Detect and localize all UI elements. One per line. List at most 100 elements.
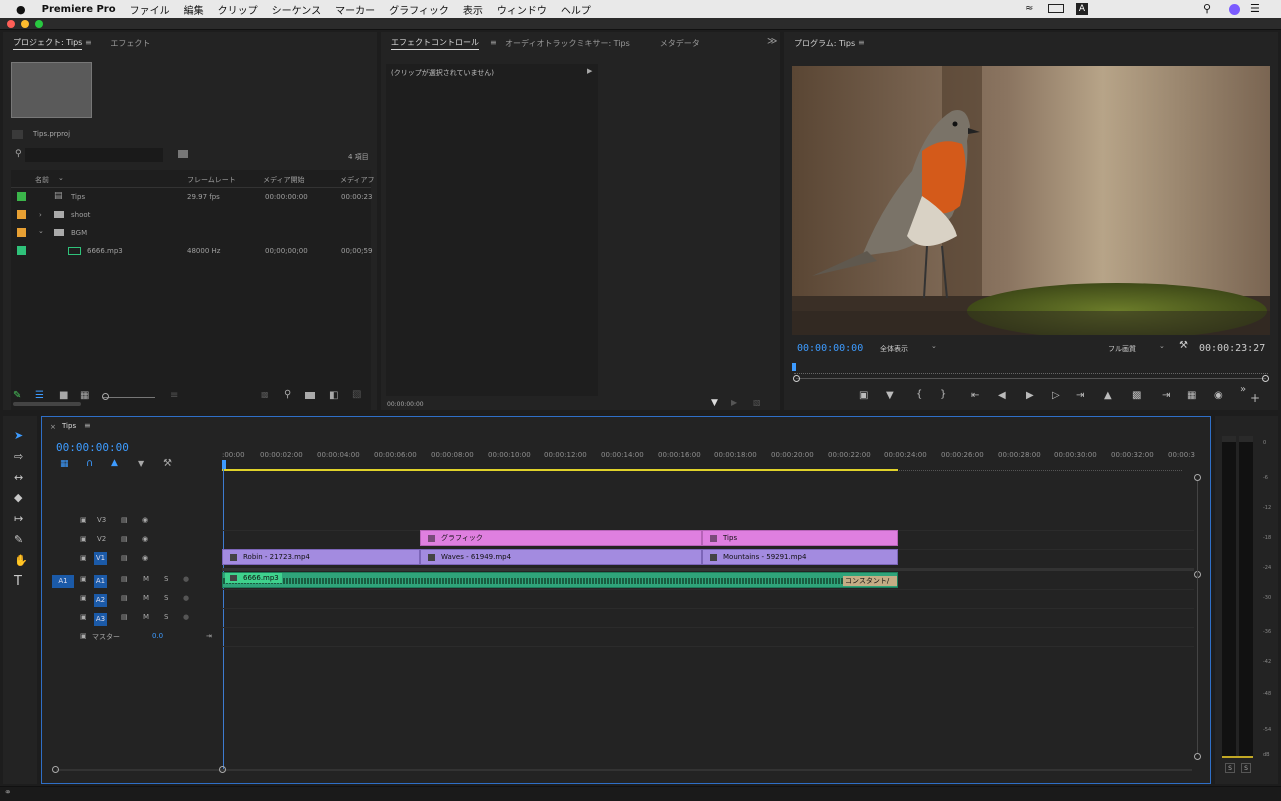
zoom-select[interactable]: 全体表示 [880,344,908,354]
list-view-icon[interactable]: ☰ [35,390,44,401]
nest-icon[interactable]: ▦ [60,459,69,469]
new-bin-icon[interactable] [305,392,315,399]
more-tabs-icon[interactable]: ≫ [767,36,777,47]
playhead[interactable] [222,460,226,469]
solo-right-button[interactable]: S [1241,763,1251,773]
mic-icon[interactable]: ● [183,613,189,621]
tab-audio-mixer[interactable]: オーディオトラックミキサー: Tips [505,38,630,49]
sync-lock-icon[interactable]: ▤ [121,516,128,524]
tab-effects[interactable]: エフェクト [110,38,150,49]
menu-file[interactable]: ファイル [130,2,170,17]
input-method-icon[interactable]: A [1076,3,1088,15]
clip-tips-graphic[interactable]: Tips [702,530,898,546]
search-icon[interactable]: ⚲ [1203,2,1211,15]
creative-cloud-icon[interactable]: ⚭ [4,788,12,798]
constant-power-transition[interactable]: コンスタント/ [843,576,897,586]
zoom-handle-right[interactable] [219,766,226,773]
track-target-a3[interactable]: A3 [94,613,107,626]
label-color[interactable] [17,210,26,219]
mute-button[interactable]: M [143,594,149,602]
solo-button[interactable]: S [164,594,168,602]
lock-icon[interactable]: ▣ [80,594,87,602]
new-item-icon[interactable]: ◧ [329,390,338,401]
time-ruler[interactable]: :00:00 00:00:02:00 00:00:04:00 00:00:06:… [222,447,1195,471]
step-forward-icon[interactable]: ▷ [1052,390,1060,401]
mute-button[interactable]: M [143,613,149,621]
program-time-ruler[interactable] [794,368,1268,374]
play-icon[interactable]: ▶ [1026,390,1034,401]
type-tool-icon[interactable]: T [14,574,22,589]
zoom-button[interactable] [35,20,43,28]
lock-icon[interactable]: ▣ [80,535,87,543]
sync-lock-icon[interactable]: ▤ [121,575,128,583]
vertical-scrollbar[interactable] [1197,481,1198,753]
menu-view[interactable]: 表示 [463,2,483,17]
solo-button[interactable]: S [164,613,168,621]
tab-sequence[interactable]: Tips [62,422,76,430]
list-item[interactable]: ▤ Tips 29.97 fps 00:00:00:00 00:00:23 [11,188,372,206]
razor-icon[interactable]: ◆ [14,491,22,504]
menu-marker[interactable]: マーカー [335,2,375,17]
linked-selection-icon[interactable]: ▲ [111,458,118,468]
label-color[interactable] [17,246,26,255]
label-color[interactable] [17,228,26,237]
app-menu[interactable]: Premiere Pro [42,4,116,15]
mark-in-icon[interactable]: { [916,389,922,400]
zoom-handle-right[interactable] [1262,375,1269,382]
menu-clip[interactable]: クリップ [218,2,258,17]
freeform-view-icon[interactable]: ▦ [80,390,89,401]
close-button[interactable] [7,20,15,28]
col-name[interactable]: 名前 [35,175,49,185]
tab-project[interactable]: プロジェクト: Tips [13,37,83,50]
vertical-scroll-handle[interactable] [1194,474,1201,481]
zoom-handle-left[interactable] [793,375,800,382]
filter-bin-icon[interactable] [178,150,188,158]
extract-icon[interactable]: ▩ [1132,390,1141,401]
collapse-chevron-icon[interactable]: ⌄ [38,227,44,235]
track-target-v1[interactable]: V1 [94,552,107,565]
icon-view-icon[interactable]: ■ [59,390,68,401]
vertical-scroll-handle[interactable] [1194,753,1201,760]
sync-lock-icon[interactable]: ▤ [121,554,128,562]
add-button-icon[interactable]: + [1250,391,1260,405]
sync-lock-icon[interactable]: ▤ [121,535,128,543]
battery-icon[interactable] [1048,4,1064,13]
col-media-start[interactable]: メディア開始 [263,175,305,185]
tab-program[interactable]: プログラム: Tips [794,38,855,49]
eye-icon[interactable]: ◉ [142,554,148,562]
menu-graphics[interactable]: グラフィック [389,2,449,17]
list-item[interactable]: › shoot [11,206,371,224]
project-search-input[interactable] [25,148,163,162]
work-area-bar[interactable] [222,469,898,471]
go-to-in-icon[interactable]: ⇤ [971,390,979,401]
panel-menu-icon[interactable]: ≡ [84,421,91,430]
siri-icon[interactable] [1229,4,1240,15]
tab-effect-controls[interactable]: エフェクトコントロール [391,37,479,50]
source-patch-a1[interactable]: A1 [52,575,74,588]
clip-graphic[interactable]: グラフィック [420,530,702,546]
lock-icon[interactable]: ▣ [80,613,87,621]
master-value[interactable]: 0.0 [152,632,163,640]
track-v3[interactable]: ▣ V3 ▤ ◉ [42,511,222,530]
insert-icon[interactable]: ⇥ [1162,390,1170,401]
hand-icon[interactable]: ✋ [14,554,28,567]
clip-audio-6666[interactable]: 6666.mp3 コンスタント/ [222,572,898,588]
sync-lock-icon[interactable]: ▤ [121,613,128,621]
timeline-settings-icon[interactable]: ⚒ [163,458,172,469]
list-item[interactable]: 6666.mp3 48000 Hz 00;00;00;00 00;00;59 [11,242,372,260]
track-master[interactable]: ▣ マスター 0.0 ⇥ [42,627,222,646]
pen-icon[interactable]: ✎ [14,533,23,546]
list-item[interactable]: ⌄ BGM [11,224,371,242]
track-v2[interactable]: ▣ V2 ▤ ◉ [42,530,222,549]
minimize-button[interactable] [21,20,29,28]
eye-icon[interactable]: ◉ [142,535,148,543]
snap-icon[interactable]: ∩ [86,458,93,469]
lock-icon[interactable]: ▣ [80,632,87,640]
safe-margins-icon[interactable]: ▣ [859,390,868,401]
expand-triangle-icon[interactable]: ▶ [587,67,592,75]
slip-icon[interactable]: ↦ [14,512,23,525]
menu-edit[interactable]: 編集 [184,2,204,17]
eye-icon[interactable]: ◉ [142,516,148,524]
mark-out-icon[interactable]: } [940,389,946,400]
lock-icon[interactable]: ▣ [80,554,87,562]
